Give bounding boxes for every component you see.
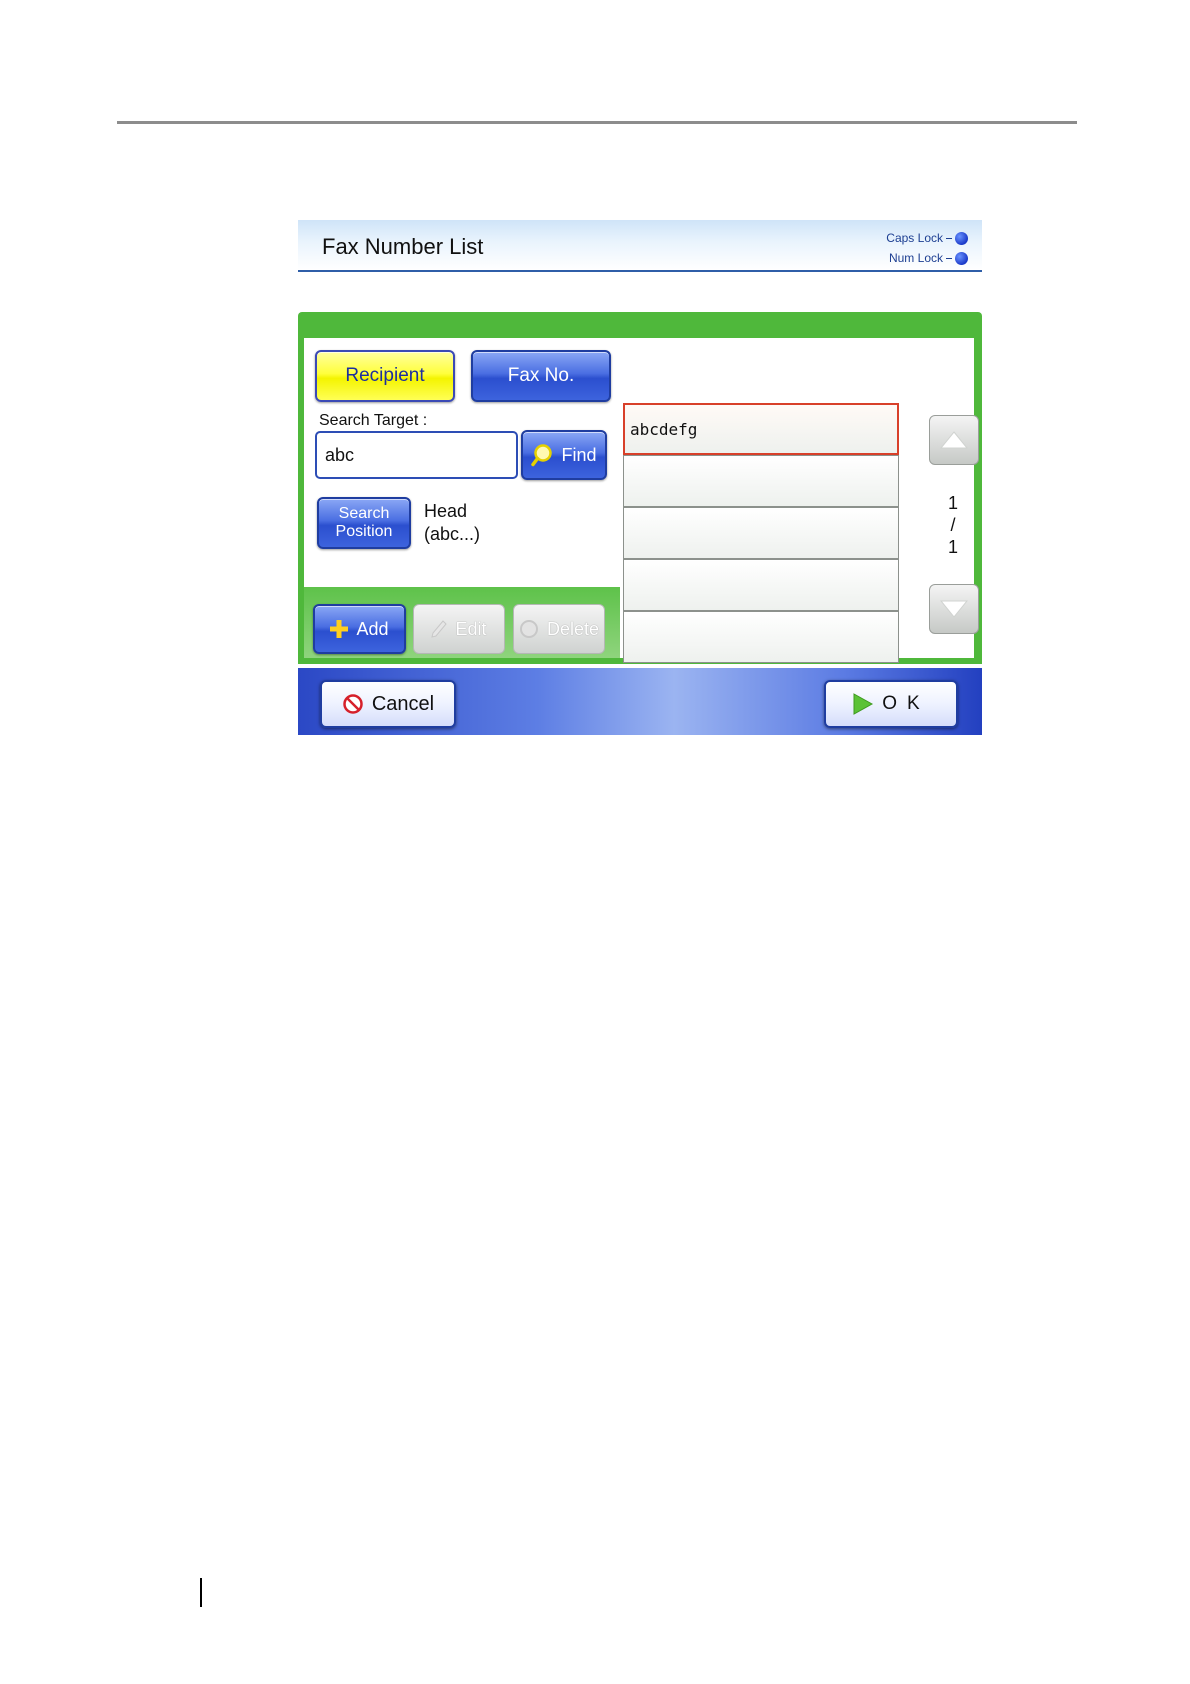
page-indicator: 1 / 1 (938, 492, 968, 558)
caps-lock-connector (946, 237, 952, 239)
scroll-down-button[interactable] (929, 584, 979, 634)
plus-icon (330, 620, 349, 638)
cancel-button[interactable]: Cancel (320, 680, 456, 728)
fax-number-list: abcdefg (623, 403, 899, 663)
play-arrow-icon (853, 693, 874, 715)
delete-label: Delete (546, 618, 600, 639)
page-separator: / (950, 515, 956, 535)
caps-lock-led-icon (955, 231, 968, 245)
num-lock-connector (946, 257, 952, 259)
prohibited-icon (343, 694, 363, 714)
search-position-value-line2: (abc...) (424, 524, 481, 544)
search-position-label-line1: Search (338, 505, 390, 522)
triangle-down-icon (940, 600, 968, 618)
search-target-input[interactable] (315, 431, 518, 479)
ok-button[interactable]: OK (824, 680, 958, 728)
list-item[interactable] (623, 559, 899, 611)
triangle-up-icon (940, 431, 968, 449)
caps-lock-label: Caps Lock (886, 231, 943, 245)
magnifier-icon (531, 444, 553, 467)
ok-label: OK (882, 693, 930, 714)
list-item[interactable] (623, 455, 899, 507)
bottom-bar: Cancel OK (298, 668, 982, 735)
title-bar: Fax Number List Caps Lock Num Lock (298, 220, 982, 272)
list-item[interactable] (623, 611, 899, 663)
pencil-icon (431, 620, 448, 638)
add-button[interactable]: Add (313, 604, 406, 654)
num-lock-indicator: Num Lock (889, 251, 968, 265)
cancel-label: Cancel (371, 692, 435, 715)
faxno-mode-label: Fax No. (507, 365, 575, 386)
search-position-button[interactable]: Search Position (317, 497, 411, 549)
margin-bar (200, 1578, 202, 1607)
faxno-mode-button[interactable]: Fax No. (471, 350, 611, 402)
num-lock-led-icon (955, 251, 968, 265)
edit-label: Edit (455, 618, 487, 639)
fax-number-list-screen: Fax Number List Caps Lock Num Lock Recip… (298, 220, 982, 735)
add-label: Add (356, 618, 389, 639)
edit-button[interactable]: Edit (413, 604, 505, 654)
scroll-up-button[interactable] (929, 415, 979, 465)
page-current: 1 (947, 493, 958, 513)
delete-circle-icon (519, 620, 538, 638)
search-target-label: Search Target : (319, 412, 428, 429)
list-item[interactable] (623, 507, 899, 559)
recipient-mode-label: Recipient (345, 365, 425, 386)
caps-lock-indicator: Caps Lock (886, 231, 968, 245)
delete-button[interactable]: Delete (513, 604, 605, 654)
search-position-value-line1: Head (424, 501, 468, 521)
top-rule (117, 121, 1077, 124)
list-item[interactable]: abcdefg (623, 403, 899, 455)
window-title: Fax Number List (322, 234, 484, 259)
page-total: 1 (947, 537, 958, 557)
search-position-label-line2: Position (335, 523, 393, 540)
find-label: Find (561, 444, 597, 465)
recipient-mode-button[interactable]: Recipient (315, 350, 455, 402)
find-button[interactable]: Find (521, 430, 607, 480)
search-position-value: Head (abc...) (424, 500, 480, 546)
num-lock-label: Num Lock (888, 251, 943, 265)
